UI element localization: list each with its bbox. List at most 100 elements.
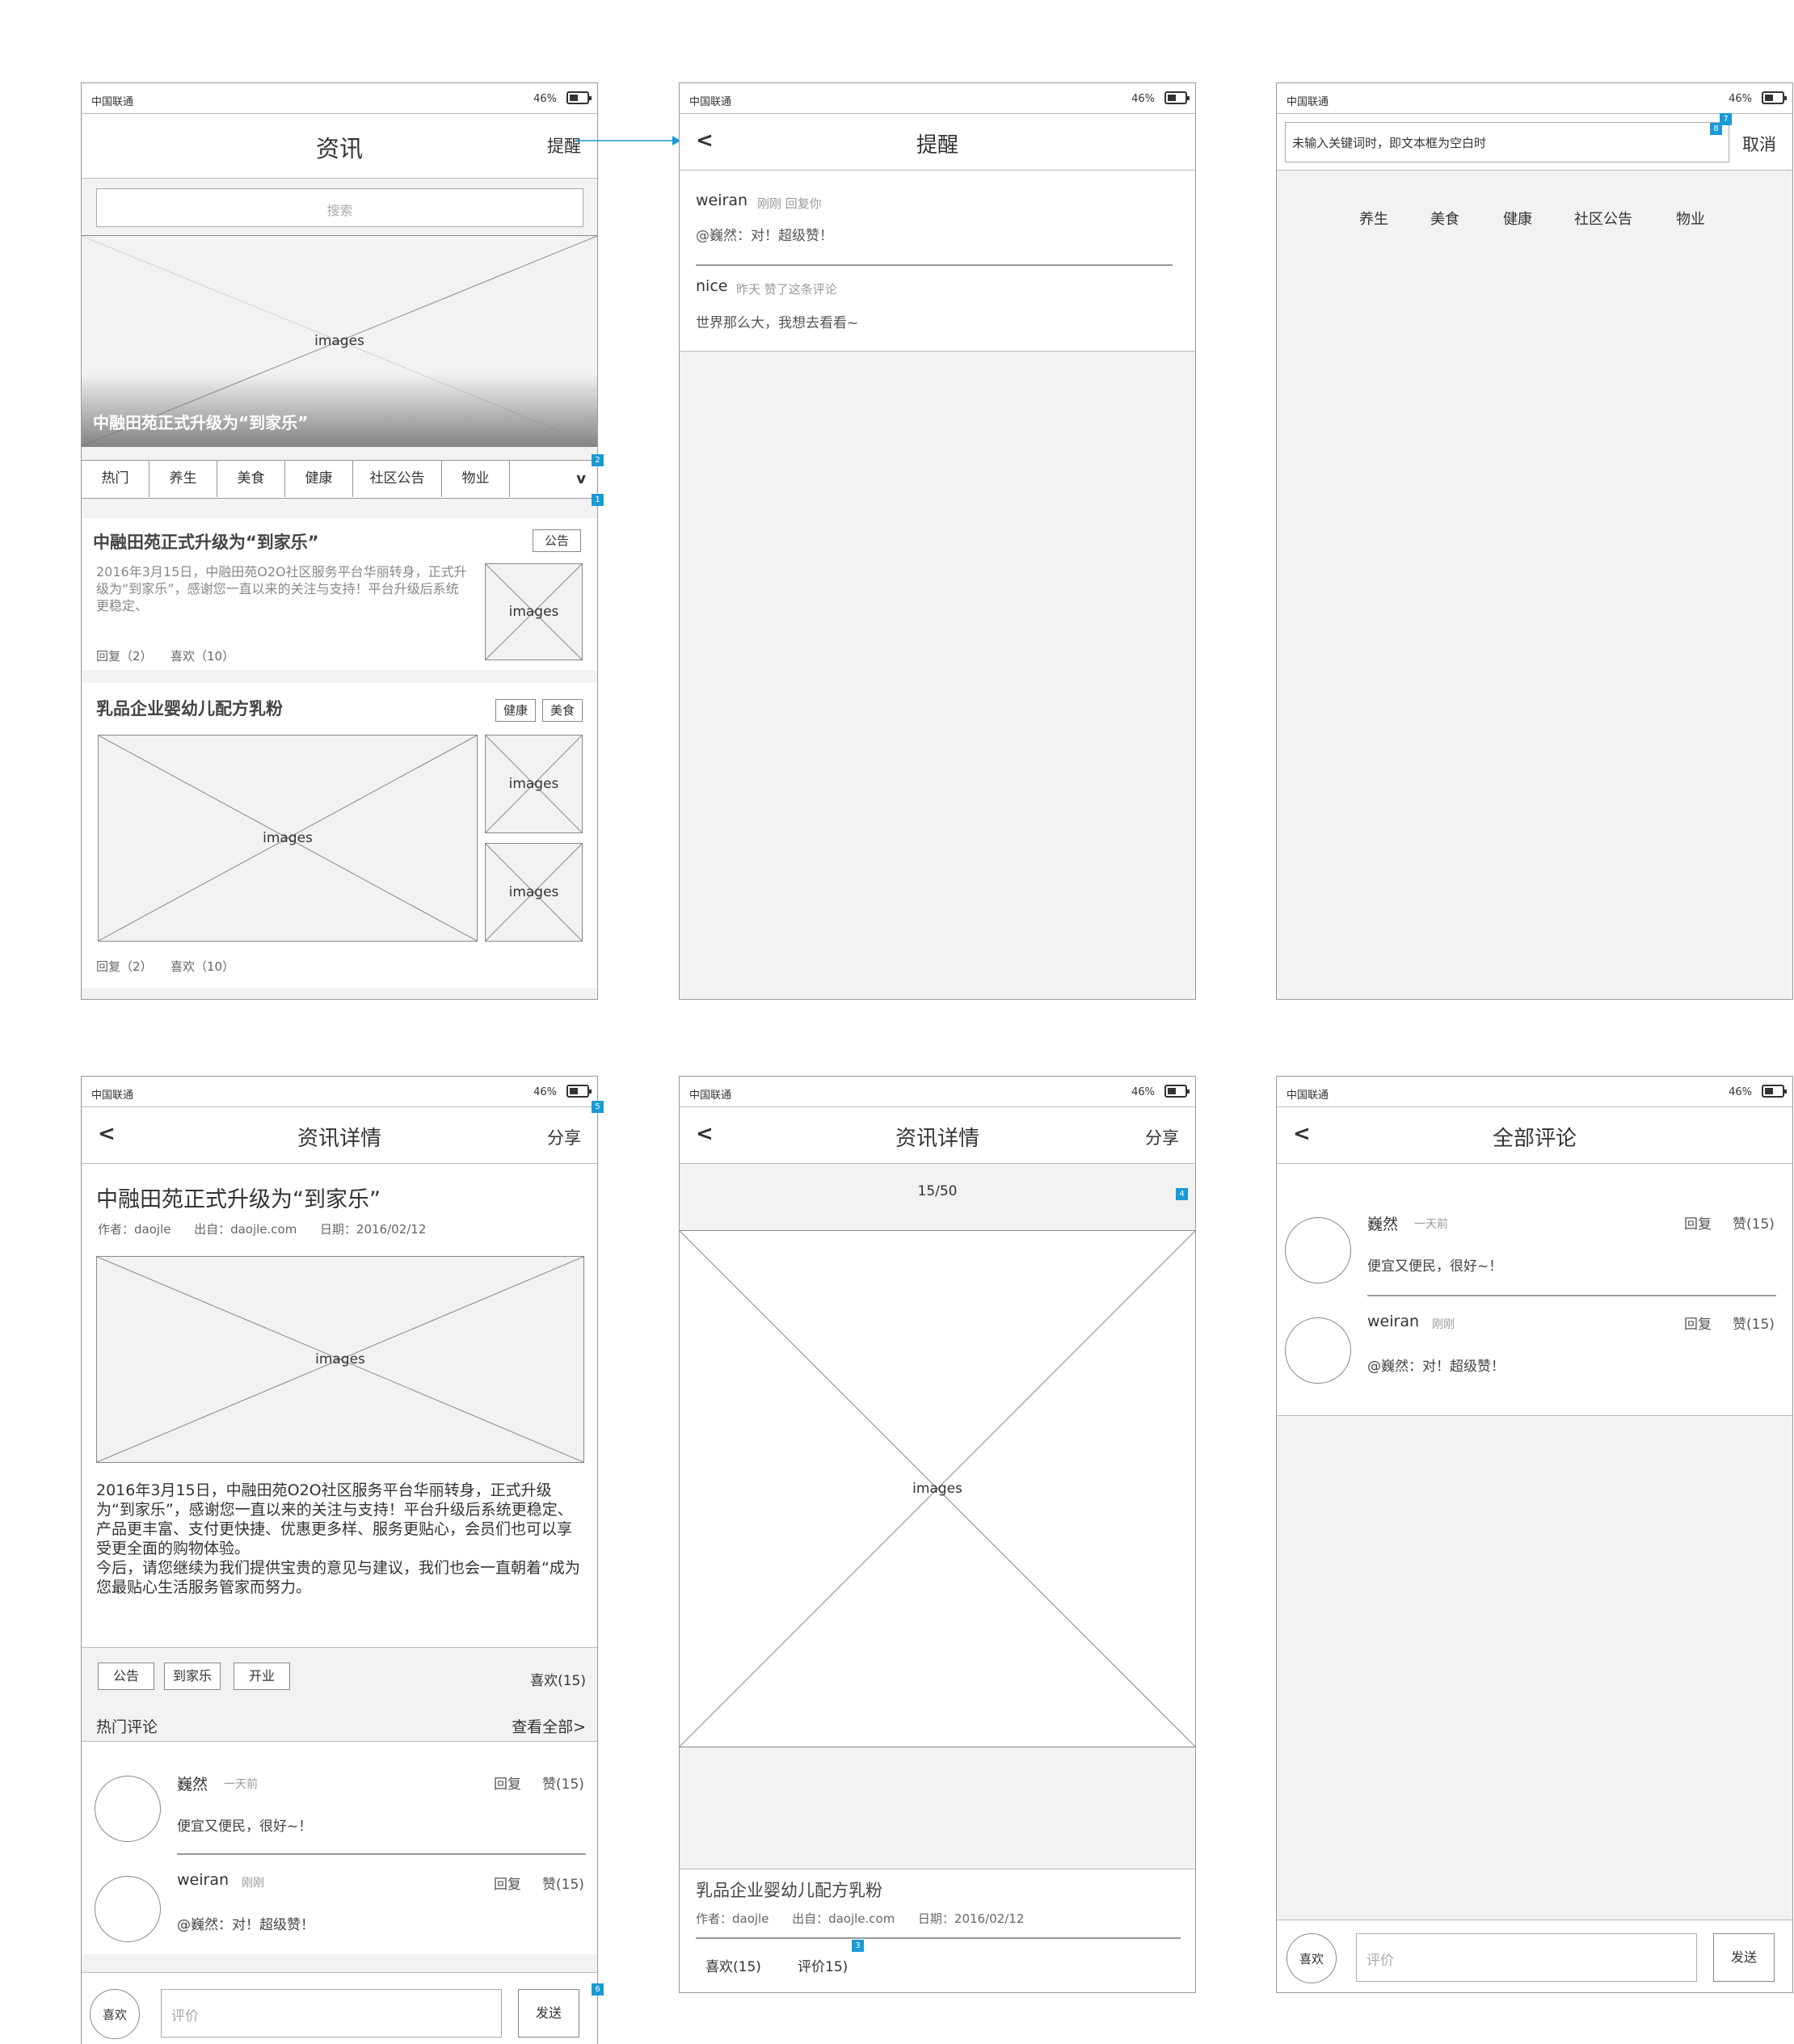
comment-user[interactable]: weiran bbox=[177, 1871, 229, 1889]
avatar[interactable] bbox=[95, 1776, 161, 1842]
page-title: 资讯 bbox=[315, 135, 363, 162]
reply-button[interactable]: 回复 bbox=[1684, 1313, 1712, 1333]
like-button[interactable]: 赞(15) bbox=[1733, 1212, 1775, 1233]
like-count[interactable]: 喜欢(15) bbox=[705, 1955, 761, 1975]
article-card[interactable]: 中融田苑正式升级为“到家乐” 公告 2016年3月15日，中融田苑O2O社区服务… bbox=[82, 518, 597, 670]
image-label: images bbox=[263, 830, 313, 846]
send-button[interactable]: 发送 bbox=[518, 1989, 579, 2038]
search-input[interactable]: 未输入关键词时，即文本框为空白时 bbox=[1285, 122, 1729, 162]
share-button[interactable]: 分享 bbox=[1145, 1125, 1179, 1149]
like-button[interactable]: 赞(15) bbox=[542, 1772, 584, 1793]
like-count[interactable]: 喜欢（10） bbox=[171, 647, 234, 664]
battery-percent: 46% bbox=[533, 93, 557, 105]
banner-image[interactable]: images 中融田苑正式升级为“到家乐” bbox=[82, 235, 597, 447]
reply-count[interactable]: 回复（2） bbox=[96, 958, 153, 975]
nav-bar: < 资讯详情 分享 bbox=[82, 1107, 597, 1164]
screen-image-viewer: 中国联通 46% < 资讯详情 分享 15/50 images 乳品企业婴幼儿配… bbox=[679, 1076, 1196, 1993]
divider bbox=[1367, 1295, 1776, 1296]
page-title: 提醒 bbox=[916, 133, 958, 158]
article-text: 2016年3月15日，中融田苑O2O社区服务平台华丽转身，正式升级为“到家乐”，… bbox=[96, 1481, 580, 1596]
comment-list: 巍然 一天前 回复 赞(15) 便宜又便民，很好~！ weiran 刚刚 回复 … bbox=[82, 1741, 597, 1954]
battery-icon bbox=[1164, 91, 1190, 104]
tab-health-care[interactable]: 养生 bbox=[150, 461, 217, 497]
tab-health[interactable]: 健康 bbox=[285, 461, 353, 497]
article-tag[interactable]: 到家乐 bbox=[164, 1663, 221, 1690]
comment-input[interactable]: 评价 bbox=[1356, 1933, 1697, 1982]
avatar[interactable] bbox=[1285, 1217, 1351, 1283]
category-link[interactable]: 物业 bbox=[1676, 208, 1705, 229]
comment-user[interactable]: 巍然 bbox=[1367, 1212, 1398, 1234]
article-image: images bbox=[96, 1256, 584, 1463]
annotation-marker: 5 bbox=[592, 1101, 604, 1113]
reply-button[interactable]: 回复 bbox=[494, 1873, 521, 1893]
article-title: 乳品企业婴幼儿配方乳粉 bbox=[696, 1881, 882, 1900]
annotation-marker: 4 bbox=[1176, 1188, 1188, 1200]
like-button[interactable]: 赞(15) bbox=[1733, 1313, 1775, 1333]
review-count[interactable]: 评价15) bbox=[798, 1955, 848, 1975]
article-tag[interactable]: 开业 bbox=[234, 1663, 290, 1690]
like-count[interactable]: 喜欢(15) bbox=[530, 1669, 586, 1689]
tab-community-notice[interactable]: 社区公告 bbox=[353, 461, 442, 497]
avatar[interactable] bbox=[95, 1876, 161, 1942]
category-link[interactable]: 美食 bbox=[1430, 208, 1459, 229]
tags-row: 公告 到家乐 开业 喜欢(15) bbox=[82, 1647, 597, 1701]
comment-input[interactable]: 评价 bbox=[161, 1989, 502, 2038]
screen-news-list: 中国联通 46% 资讯 提醒 搜索 images 中融田苑正式升级为“到家乐” … bbox=[81, 82, 598, 1000]
divider bbox=[696, 1937, 1181, 1939]
comment-text: 便宜又便民，很好~！ bbox=[177, 1819, 313, 1835]
category-link[interactable]: 养生 bbox=[1359, 208, 1388, 229]
comment-bar: 喜欢 评价 发送 bbox=[1277, 1920, 1792, 1992]
category-link[interactable]: 社区公告 bbox=[1574, 208, 1632, 229]
share-button[interactable]: 分享 bbox=[547, 1125, 581, 1149]
screen-article-detail: 中国联通 46% < 资讯详情 分享 中融田苑正式升级为“到家乐” 作者：dao… bbox=[81, 1076, 598, 2044]
comment-user[interactable]: 巍然 bbox=[177, 1772, 208, 1794]
search-input[interactable]: 搜索 bbox=[96, 188, 583, 227]
reminder-text[interactable]: @巍然：对！超级赞！ bbox=[696, 224, 833, 244]
category-link[interactable]: 健康 bbox=[1503, 208, 1532, 229]
tab-property[interactable]: 物业 bbox=[442, 461, 510, 497]
like-toggle-button[interactable]: 喜欢 bbox=[90, 1989, 140, 2039]
image-label: images bbox=[912, 1481, 962, 1497]
avatar[interactable] bbox=[1285, 1317, 1351, 1384]
comment-placeholder: 评价 bbox=[1367, 1953, 1394, 1969]
annotation-marker: 3 bbox=[852, 1940, 864, 1952]
cancel-button[interactable]: 取消 bbox=[1742, 132, 1776, 156]
article-meta: 作者：daojle 出自：daojle.com 日期：2016/02/12 bbox=[696, 1911, 1025, 1926]
article-tag: 健康 bbox=[495, 699, 536, 722]
reminder-text[interactable]: 世界那么大，我想去看看~ bbox=[696, 311, 858, 331]
view-all-link[interactable]: 查看全部> bbox=[512, 1715, 586, 1737]
nav-bar: < 资讯详情 分享 bbox=[680, 1107, 1195, 1164]
reminder-user[interactable]: nice bbox=[696, 277, 727, 295]
reply-count[interactable]: 回复（2） bbox=[96, 647, 153, 664]
tabs-more-button[interactable]: v bbox=[576, 461, 586, 497]
like-count[interactable]: 喜欢（10） bbox=[171, 958, 234, 975]
battery-icon bbox=[1164, 1085, 1190, 1098]
comment-list: 巍然 一天前 回复 赞(15) 便宜又便民，很好~！ weiran 刚刚 回复 … bbox=[1277, 1164, 1792, 1416]
battery-icon bbox=[566, 91, 592, 104]
tab-hot[interactable]: 热门 bbox=[82, 461, 150, 497]
article-tag: 公告 bbox=[533, 529, 581, 552]
carrier-label: 中国联通 bbox=[1287, 1089, 1329, 1102]
article-tag[interactable]: 公告 bbox=[98, 1663, 154, 1690]
like-button[interactable]: 赞(15) bbox=[542, 1873, 584, 1893]
article-card[interactable]: 乳品企业婴幼儿配方乳粉 健康 美食 images images images 回… bbox=[82, 683, 597, 988]
article-tag: 美食 bbox=[542, 699, 583, 722]
annotation-marker: 8 bbox=[1710, 123, 1722, 135]
battery-percent: 46% bbox=[1131, 93, 1155, 105]
search-input-value: 未输入关键词时，即文本框为空白时 bbox=[1292, 136, 1487, 150]
annotation-marker: 6 bbox=[592, 1983, 604, 1996]
tab-food[interactable]: 美食 bbox=[217, 461, 285, 497]
reply-button[interactable]: 回复 bbox=[494, 1772, 521, 1793]
gallery-image[interactable]: images bbox=[680, 1230, 1195, 1747]
article-image-large: images bbox=[98, 735, 478, 942]
send-button[interactable]: 发送 bbox=[1713, 1933, 1775, 1982]
image-label: images bbox=[314, 333, 364, 349]
nav-bar: < 全部评论 bbox=[1277, 1107, 1792, 1164]
image-label: images bbox=[508, 776, 559, 792]
article-title: 中融田苑正式升级为“到家乐” bbox=[96, 1187, 381, 1212]
reminder-user[interactable]: weiran bbox=[696, 192, 748, 209]
comment-user[interactable]: weiran bbox=[1367, 1313, 1419, 1330]
reply-button[interactable]: 回复 bbox=[1684, 1212, 1712, 1233]
carrier-label: 中国联通 bbox=[1287, 96, 1329, 108]
like-toggle-button[interactable]: 喜欢 bbox=[1287, 1933, 1337, 1983]
